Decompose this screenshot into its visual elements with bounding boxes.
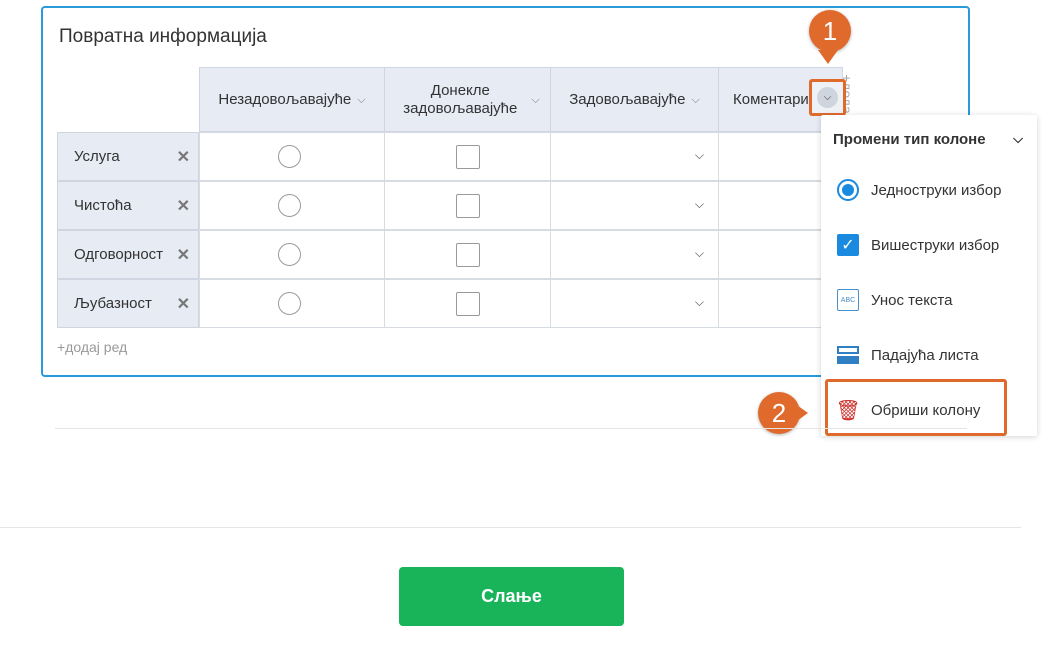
radio-button[interactable]	[278, 145, 301, 168]
submit-button[interactable]: Слање	[399, 567, 624, 626]
cell-dropdown[interactable]: ⌵	[550, 279, 719, 328]
chevron-down-icon: ⌵	[817, 87, 838, 108]
chevron-down-icon[interactable]: ⌵	[695, 197, 704, 212]
row-label-4[interactable]: Љубазност ✕	[57, 279, 199, 328]
cell-dropdown[interactable]: ⌵	[550, 181, 719, 230]
add-row-link[interactable]: +додај ред	[57, 339, 127, 355]
menu-header[interactable]: Промени тип колоне ⌵	[833, 131, 1023, 148]
cell-checkbox	[384, 279, 551, 328]
badge-pointer	[794, 403, 808, 423]
menu-item-single-choice[interactable]: Једноструки избор	[837, 175, 1001, 205]
remove-row-icon[interactable]: ✕	[177, 147, 190, 167]
cell-radio	[199, 230, 385, 279]
radio-button[interactable]	[278, 292, 301, 315]
column-header-label: Задовољавајуће	[569, 90, 686, 108]
row-label-3[interactable]: Одговорност ✕	[57, 230, 199, 279]
cell-dropdown[interactable]: ⌵	[550, 132, 719, 181]
checkbox[interactable]	[456, 145, 480, 169]
cell-radio	[199, 279, 385, 328]
menu-item-label: Падајућа листа	[871, 346, 979, 364]
checkbox[interactable]	[456, 292, 480, 316]
step-badge-1: 1	[809, 10, 851, 52]
text-input-icon: ABC	[837, 289, 859, 311]
chevron-down-icon[interactable]: ⌵	[695, 246, 704, 261]
menu-item-text-input[interactable]: ABC Унос текста	[837, 285, 952, 315]
menu-item-label: Једноструки избор	[871, 181, 1002, 199]
chevron-down-icon[interactable]: ⌵	[695, 295, 704, 310]
column-header-label: Коментари	[733, 90, 809, 108]
cell-checkbox	[384, 132, 551, 181]
remove-row-icon[interactable]: ✕	[177, 245, 190, 265]
row-label-text: Љубазност	[74, 295, 152, 312]
menu-item-dropdown-list[interactable]: Падајућа листа	[837, 340, 979, 370]
row-label-2[interactable]: Чистоћа ✕	[57, 181, 199, 230]
chevron-down-icon[interactable]: ⌵	[691, 91, 699, 109]
checkbox[interactable]	[456, 243, 480, 267]
divider	[55, 428, 967, 429]
chevron-down-icon[interactable]: ⌵	[531, 91, 539, 109]
menu-header-label: Промени тип колоне	[833, 131, 986, 148]
row-label-text: Одговорност	[74, 246, 164, 263]
cell-checkbox	[384, 230, 551, 279]
cell-radio	[199, 132, 385, 181]
menu-item-multiple-choice[interactable]: ✓ Вишеструки избор	[837, 230, 999, 260]
remove-row-icon[interactable]: ✕	[177, 294, 190, 314]
chevron-down-icon[interactable]: ⌵	[1013, 131, 1023, 147]
checkbox[interactable]	[456, 194, 480, 218]
dropdown-list-icon	[837, 344, 859, 366]
row-label-1[interactable]: Услуга ✕	[57, 132, 199, 181]
cell-dropdown[interactable]: ⌵	[550, 230, 719, 279]
column-header-2[interactable]: Донекле задовољавајуће ⌵	[384, 67, 551, 132]
question-title[interactable]: Повратна информација	[59, 26, 267, 48]
badge-pointer	[818, 50, 838, 64]
radio-button[interactable]	[278, 194, 301, 217]
remove-row-icon[interactable]: ✕	[177, 196, 190, 216]
chevron-down-icon[interactable]: ⌵	[357, 91, 365, 109]
column-options-button[interactable]: ⌵	[809, 79, 846, 116]
column-header-label: Незадовољавајуће	[218, 90, 352, 108]
cell-radio	[199, 181, 385, 230]
checkbox-icon: ✓	[837, 234, 859, 256]
row-label-text: Чистоћа	[74, 197, 132, 214]
column-header-label: Донекле задовољавајуће	[403, 81, 518, 117]
row-label-text: Услуга	[74, 148, 120, 165]
menu-item-label: Унос текста	[871, 291, 953, 309]
cell-checkbox	[384, 181, 551, 230]
column-header-3[interactable]: Задовољавајуће ⌵	[550, 67, 719, 132]
chevron-down-icon[interactable]: ⌵	[695, 148, 704, 163]
radio-icon	[837, 179, 859, 201]
menu-item-label: Вишеструки избор	[871, 236, 1000, 254]
radio-button[interactable]	[278, 243, 301, 266]
divider	[0, 527, 1021, 528]
column-header-1[interactable]: Незадовољавајуће ⌵	[199, 67, 385, 132]
